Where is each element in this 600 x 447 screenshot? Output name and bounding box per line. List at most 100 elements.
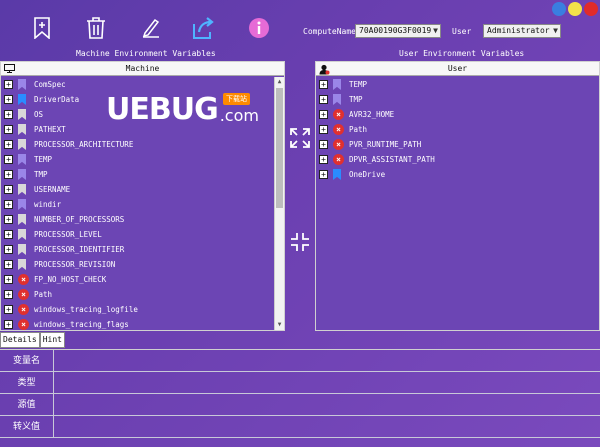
window-minimize-button[interactable] (552, 2, 566, 16)
expand-plus-icon[interactable]: + (4, 140, 13, 149)
variable-row[interactable]: + TEMP (316, 77, 599, 92)
error-icon: × (18, 304, 29, 315)
variable-name: PROCESSOR_LEVEL (34, 230, 102, 239)
variable-row[interactable]: + USERNAME (1, 182, 274, 197)
details-value[interactable] (54, 350, 600, 371)
variable-row[interactable]: + TEMP (1, 152, 274, 167)
edit-icon (142, 18, 160, 38)
variable-row[interactable]: + TMP (1, 167, 274, 182)
window-maximize-button[interactable] (568, 2, 582, 16)
variable-name: TMP (34, 170, 48, 179)
error-icon: × (333, 154, 344, 165)
variable-row[interactable]: + × Path (316, 122, 599, 137)
error-icon: × (333, 124, 344, 135)
variable-name: OneDrive (349, 170, 386, 179)
expand-plus-icon[interactable]: + (4, 230, 13, 239)
machine-scrollbar[interactable]: ▲ ▼ (274, 77, 284, 330)
expand-plus-icon[interactable]: + (4, 110, 13, 119)
export-button[interactable] (192, 16, 216, 40)
window-close-button[interactable] (584, 2, 598, 16)
expand-plus-icon[interactable]: + (4, 80, 13, 89)
expand-plus-icon[interactable]: + (319, 125, 328, 134)
details-value[interactable] (54, 372, 600, 393)
variable-name: TEMP (34, 155, 53, 164)
variable-row[interactable]: + PROCESSOR_LEVEL (1, 227, 274, 242)
expand-plus-icon[interactable]: + (4, 215, 13, 224)
variable-name: Path (34, 290, 53, 299)
variable-name: PVR_RUNTIME_PATH (349, 140, 422, 149)
add-bookmark-icon (34, 17, 50, 39)
expand-plus-icon[interactable]: + (319, 140, 328, 149)
user-select[interactable]: Administrator ▼ (483, 24, 561, 38)
bookmark-icon (18, 214, 28, 225)
variable-row[interactable]: + OneDrive (316, 167, 599, 182)
delete-button[interactable] (84, 16, 108, 40)
variable-name: TMP (349, 95, 363, 104)
edit-button[interactable] (139, 16, 163, 40)
expand-plus-icon[interactable]: + (4, 275, 13, 284)
expand-plus-icon[interactable]: + (4, 305, 13, 314)
bookmark-icon (18, 124, 28, 135)
details-label: 类型 (0, 372, 54, 393)
user-panel: User + TEMP + TMP + × AVR32_HOME + × Path + × PVR_RU… (315, 61, 600, 331)
user-variable-list: + TEMP + TMP + × AVR32_HOME + × Path + × PVR_RUNTIME… (316, 77, 599, 330)
user-column-header: User (447, 64, 468, 73)
collapse-icon[interactable] (289, 231, 311, 253)
variable-row[interactable]: + × PVR_RUNTIME_PATH (316, 137, 599, 152)
variable-row[interactable]: + PROCESSOR_ARCHITECTURE (1, 137, 274, 152)
scroll-down-icon[interactable]: ▼ (275, 320, 284, 330)
variable-row[interactable]: + ComSpec (1, 77, 274, 92)
variable-row[interactable]: + windir (1, 197, 274, 212)
compute-name-select[interactable]: 70A00190G3F0019 ▼ (355, 24, 441, 38)
tab-hint[interactable]: Hint (39, 332, 65, 348)
expand-plus-icon[interactable]: + (4, 185, 13, 194)
machine-column-header: Machine (125, 64, 160, 73)
scrollbar-thumb[interactable] (276, 88, 283, 208)
expand-plus-icon[interactable]: + (319, 170, 328, 179)
add-bookmark-button[interactable] (30, 16, 54, 40)
details-label: 变量名 (0, 350, 54, 371)
variable-name: windows_tracing_logfile (34, 305, 138, 314)
tab-details[interactable]: Details (0, 332, 40, 348)
expand-plus-icon[interactable]: + (4, 260, 13, 269)
expand-plus-icon[interactable]: + (4, 320, 13, 329)
scroll-up-icon[interactable]: ▲ (275, 77, 284, 87)
variable-row[interactable]: + × AVR32_HOME (316, 107, 599, 122)
expand-plus-icon[interactable]: + (4, 95, 13, 104)
variable-row[interactable]: + NUMBER_OF_PROCESSORS (1, 212, 274, 227)
variable-name: PROCESSOR_IDENTIFIER (34, 245, 125, 254)
watermark-domain: .com (219, 106, 259, 125)
variable-row[interactable]: + × windows_tracing_logfile (1, 302, 274, 317)
expand-plus-icon[interactable]: + (319, 95, 328, 104)
details-value[interactable] (54, 394, 600, 415)
info-button[interactable] (247, 16, 271, 40)
expand-plus-icon[interactable]: + (4, 170, 13, 179)
variable-row[interactable]: + × DPVR_ASSISTANT_PATH (316, 152, 599, 167)
expand-plus-icon[interactable]: + (4, 245, 13, 254)
bookmark-icon (18, 79, 28, 90)
expand-icon[interactable] (289, 127, 311, 149)
bookmark-icon (333, 79, 343, 90)
variable-row[interactable]: + × FP_NO_HOST_CHECK (1, 272, 274, 287)
error-icon: × (18, 289, 29, 300)
expand-plus-icon[interactable]: + (319, 155, 328, 164)
expand-plus-icon[interactable]: + (4, 200, 13, 209)
chevron-down-icon: ▼ (553, 26, 558, 35)
variable-name: AVR32_HOME (349, 110, 395, 119)
variable-row[interactable]: + TMP (316, 92, 599, 107)
expand-plus-icon[interactable]: + (4, 290, 13, 299)
expand-plus-icon[interactable]: + (4, 155, 13, 164)
variable-row[interactable]: + PROCESSOR_REVISION (1, 257, 274, 272)
details-value[interactable] (54, 416, 600, 437)
variable-name: PATHEXT (34, 125, 66, 134)
error-icon: × (333, 109, 344, 120)
delete-icon (87, 17, 105, 39)
expand-plus-icon[interactable]: + (4, 125, 13, 134)
expand-plus-icon[interactable]: + (319, 110, 328, 119)
variable-name: FP_NO_HOST_CHECK (34, 275, 107, 284)
expand-plus-icon[interactable]: + (319, 80, 328, 89)
variable-row[interactable]: + × Path (1, 287, 274, 302)
variable-row[interactable]: + × windows_tracing_flags (1, 317, 274, 330)
variable-row[interactable]: + PROCESSOR_IDENTIFIER (1, 242, 274, 257)
variable-name: TEMP (349, 80, 368, 89)
